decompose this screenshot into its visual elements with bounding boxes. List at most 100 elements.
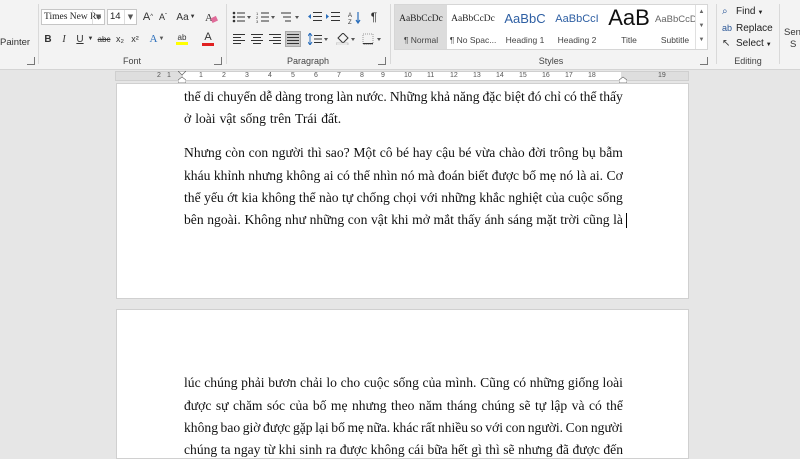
text-line[interactable]: kháu khỉnh nhưng không ai có thể nhìn nó mà đoán bi…: [184, 168, 623, 184]
line-spacing-icon: [308, 33, 328, 45]
word: từ: [263, 442, 276, 457]
word: tự: [342, 190, 354, 205]
word: Những: [389, 89, 428, 104]
align-left-button[interactable]: [231, 31, 247, 47]
word: loài: [602, 375, 623, 390]
word: gặp: [292, 420, 313, 435]
word: khi: [278, 442, 297, 457]
line-spacing-button[interactable]: [307, 31, 331, 47]
highlight-color-button[interactable]: ab: [171, 31, 193, 47]
styles-group-label: Styles: [538, 56, 564, 66]
text-line[interactable]: chúng ta ngay từ khi sinh ra được không cái bữa hết…: [184, 442, 623, 458]
bold-button[interactable]: B: [41, 31, 55, 47]
decrease-indent-button[interactable]: [307, 9, 323, 25]
sort-button[interactable]: AZ: [347, 9, 363, 25]
document-page-2[interactable]: lúc chúng phải bươn chải lo cho cuộc sống của mình…: [116, 309, 689, 459]
find-button[interactable]: ⌕ Find ▼: [722, 5, 763, 19]
bullets-button[interactable]: [231, 9, 253, 25]
clipboard-dialog-launcher[interactable]: [27, 57, 35, 65]
text-effects-button[interactable]: A ▼: [147, 31, 167, 47]
word: biết: [467, 168, 489, 183]
word: được: [491, 168, 520, 183]
text-line[interactable]: thể yếu ớt kia không thể nào tự chống chọi với nhữn…: [184, 190, 623, 206]
ribbon: Painter Times New Ro ▼ 14 ▼ A ^ Aˇ Aa ▼ A …: [0, 0, 800, 70]
word: trông: [549, 145, 579, 160]
strikethrough-button[interactable]: abc: [96, 31, 112, 47]
text-line[interactable]: bên ngoài. Không như những con vật khi mở mắt thấy…: [184, 212, 623, 228]
document-page-1[interactable]: thể di chuyển dễ dàng trong làn nước. Những khả nă…: [116, 83, 689, 299]
ruler-tick: 1: [199, 72, 203, 79]
word: đó: [527, 89, 542, 104]
underline-button[interactable]: U: [73, 31, 87, 47]
word: cuộc: [363, 375, 390, 390]
word: con: [248, 145, 269, 160]
text-line[interactable]: được sự chăm sóc của bố mẹ nhưng theo năm tháng chú…: [184, 398, 623, 414]
multilevel-list-button[interactable]: [279, 9, 301, 25]
word: tháng: [446, 398, 477, 413]
word: sinh: [299, 442, 323, 457]
change-case-button[interactable]: Aa ▼: [175, 9, 197, 25]
font-group-label: Font: [122, 56, 141, 66]
word: mắt: [433, 212, 454, 227]
multilevel-list-icon: [281, 12, 299, 22]
word: chúng: [481, 398, 515, 413]
text-line[interactable]: thể di chuyển dễ dàng trong làn nước. Những khả nă…: [184, 89, 623, 105]
word: chúng: [184, 442, 218, 457]
word: nghiệt: [508, 190, 543, 205]
align-center-button[interactable]: [249, 31, 265, 47]
paragraph-dialog-launcher[interactable]: [378, 57, 386, 65]
chevron-down-icon[interactable]: ▼: [92, 10, 104, 24]
word: ớt: [227, 190, 239, 205]
borders-button[interactable]: [361, 31, 383, 47]
word: nhưng: [518, 442, 553, 457]
clear-formatting-icon: A: [205, 12, 218, 24]
grow-font-button[interactable]: A ^: [141, 9, 155, 25]
show-formatting-button[interactable]: ¶: [367, 9, 381, 25]
send-partial-bottom[interactable]: S: [790, 38, 800, 50]
send-partial-top[interactable]: Sen: [784, 26, 800, 38]
chevron-down-icon: ▼: [158, 36, 165, 42]
horizontal-ruler[interactable]: 2 1 1 2 3 4 5 6 7 8 9 10 11 12 13 14 15 …: [0, 70, 800, 84]
clear-formatting-button[interactable]: A: [203, 9, 219, 25]
ruler-tick: 3: [245, 72, 249, 79]
ruler-tick: 4: [268, 72, 272, 79]
indent-marker[interactable]: [177, 70, 187, 84]
text-line[interactable]: ở loài vật sống trên Trái đất.: [184, 111, 623, 127]
text-line[interactable]: lúc chúng phải bươn chải lo cho cuộc sống của mình…: [184, 375, 623, 391]
word: vừa: [475, 145, 496, 160]
font-dialog-launcher[interactable]: [214, 57, 222, 65]
shrink-font-button[interactable]: Aˇ: [156, 9, 170, 25]
font-name-combo[interactable]: Times New Ro ▼: [41, 9, 105, 25]
text-line[interactable]: Nhưng còn con người thì sao? Một cô bé hay cậu bé vừ…: [184, 145, 623, 161]
styles-dialog-launcher[interactable]: [700, 57, 708, 65]
change-case-icon: Aa: [176, 11, 189, 23]
numbering-button[interactable]: 123: [255, 9, 277, 25]
word: đất.: [321, 111, 342, 126]
word: bữa: [427, 442, 448, 457]
paragraph-group-label: Paragraph: [286, 56, 330, 66]
select-button[interactable]: ↖ Select ▼: [722, 37, 772, 51]
chevron-down-icon[interactable]: ▼: [124, 10, 136, 24]
align-right-button[interactable]: [267, 31, 283, 47]
subscript-button[interactable]: x₂: [113, 31, 127, 47]
right-indent-marker[interactable]: [618, 70, 628, 84]
word: bao: [220, 420, 241, 435]
ruler-tick: 2: [222, 72, 226, 79]
replace-button[interactable]: ab Replace: [722, 21, 773, 35]
format-painter-button[interactable]: Painter: [0, 35, 30, 49]
word: cũng: [583, 212, 610, 227]
word: chào: [498, 145, 525, 160]
text-line[interactable]: không bao giờ được gặp lại bố mẹ nữa. khác rất nhiề…: [184, 420, 623, 436]
word: lại: [315, 420, 329, 435]
word: loài: [195, 111, 216, 126]
chevron-down-icon: ▼: [765, 42, 772, 48]
superscript-button[interactable]: x²: [128, 31, 142, 47]
font-size-combo[interactable]: 14 ▼: [107, 9, 137, 25]
chevron-down-icon[interactable]: ▼: [87, 31, 94, 47]
shading-button[interactable]: [335, 31, 357, 47]
word: sẽ: [519, 398, 531, 413]
italic-button[interactable]: I: [57, 31, 71, 47]
justify-button[interactable]: [285, 31, 301, 47]
font-color-button[interactable]: A: [197, 31, 219, 47]
increase-indent-button[interactable]: [325, 9, 341, 25]
